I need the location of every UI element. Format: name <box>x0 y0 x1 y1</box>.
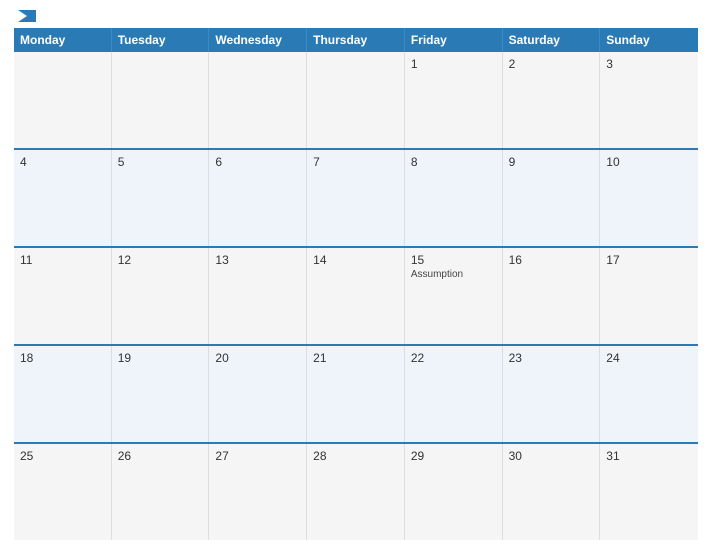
calendar-week-4: 18 19 20 21 22 23 24 <box>14 346 698 444</box>
calendar-cell: 17 <box>600 248 698 344</box>
day-number: 16 <box>509 253 594 267</box>
calendar-cell: 9 <box>503 150 601 246</box>
calendar-cell: 30 <box>503 444 601 540</box>
day-number: 21 <box>313 351 398 365</box>
calendar-cell: 2 <box>503 52 601 148</box>
day-number: 23 <box>509 351 594 365</box>
calendar-cell: 24 <box>600 346 698 442</box>
day-number: 8 <box>411 155 496 169</box>
logo <box>16 10 36 22</box>
calendar-cell: 16 <box>503 248 601 344</box>
calendar-cell: 1 <box>405 52 503 148</box>
calendar-cell: 13 <box>209 248 307 344</box>
day-number: 14 <box>313 253 398 267</box>
day-number: 5 <box>118 155 203 169</box>
day-number: 7 <box>313 155 398 169</box>
day-number: 11 <box>20 253 105 267</box>
calendar-cell: 6 <box>209 150 307 246</box>
day-number: 31 <box>606 449 692 463</box>
day-number: 15 <box>411 253 496 267</box>
day-number: 12 <box>118 253 203 267</box>
calendar-cell: 22 <box>405 346 503 442</box>
day-number: 9 <box>509 155 594 169</box>
calendar-cell: 7 <box>307 150 405 246</box>
calendar-cell <box>14 52 112 148</box>
calendar-cell <box>209 52 307 148</box>
calendar-cell: 23 <box>503 346 601 442</box>
day-number: 10 <box>606 155 692 169</box>
calendar-cell: 20 <box>209 346 307 442</box>
calendar-cell: 28 <box>307 444 405 540</box>
calendar-cell: 10 <box>600 150 698 246</box>
calendar-header: Monday Tuesday Wednesday Thursday Friday… <box>14 28 698 52</box>
day-number: 28 <box>313 449 398 463</box>
logo-flag-icon <box>18 10 36 22</box>
calendar-body: 123456789101112131415Assumption161718192… <box>14 52 698 540</box>
day-number: 18 <box>20 351 105 365</box>
day-number: 20 <box>215 351 300 365</box>
day-number: 13 <box>215 253 300 267</box>
calendar-week-1: 123 <box>14 52 698 150</box>
calendar-cell: 26 <box>112 444 210 540</box>
calendar-page: Monday Tuesday Wednesday Thursday Friday… <box>0 0 712 550</box>
calendar-cell: 12 <box>112 248 210 344</box>
calendar-week-3: 11 12 13 14 15 Assumption 16 17 <box>14 248 698 346</box>
holiday-label: Assumption <box>411 269 496 280</box>
header-tuesday: Tuesday <box>112 28 210 52</box>
day-number: 17 <box>606 253 692 267</box>
calendar-cell: 27 <box>209 444 307 540</box>
calendar-week-5: 25 26 27 28 29 30 31 <box>14 444 698 540</box>
header-friday: Friday <box>405 28 503 52</box>
day-number: 27 <box>215 449 300 463</box>
header-sunday: Sunday <box>600 28 698 52</box>
calendar-cell <box>307 52 405 148</box>
day-number: 4 <box>20 155 105 169</box>
day-number: 19 <box>118 351 203 365</box>
calendar-cell <box>112 52 210 148</box>
calendar-cell: 8 <box>405 150 503 246</box>
day-number: 30 <box>509 449 594 463</box>
day-number: 6 <box>215 155 300 169</box>
calendar-cell: 25 <box>14 444 112 540</box>
day-number: 29 <box>411 449 496 463</box>
calendar-cell: 5 <box>112 150 210 246</box>
calendar-cell: 19 <box>112 346 210 442</box>
calendar: Monday Tuesday Wednesday Thursday Friday… <box>14 28 698 540</box>
header-thursday: Thursday <box>307 28 405 52</box>
calendar-cell: 14 <box>307 248 405 344</box>
header-monday: Monday <box>14 28 112 52</box>
day-number: 22 <box>411 351 496 365</box>
day-number: 26 <box>118 449 203 463</box>
day-number: 1 <box>411 57 496 71</box>
calendar-week-2: 456789 10 <box>14 150 698 248</box>
header-wednesday: Wednesday <box>209 28 307 52</box>
day-number: 3 <box>606 57 692 71</box>
calendar-cell: 18 <box>14 346 112 442</box>
calendar-cell: 21 <box>307 346 405 442</box>
calendar-cell: 4 <box>14 150 112 246</box>
calendar-cell: 3 <box>600 52 698 148</box>
day-number: 24 <box>606 351 692 365</box>
day-number: 25 <box>20 449 105 463</box>
header-saturday: Saturday <box>503 28 601 52</box>
day-number: 2 <box>509 57 594 71</box>
calendar-cell: 29 <box>405 444 503 540</box>
calendar-cell: 15 Assumption <box>405 248 503 344</box>
page-header <box>14 10 698 22</box>
calendar-cell: 31 <box>600 444 698 540</box>
calendar-cell: 11 <box>14 248 112 344</box>
